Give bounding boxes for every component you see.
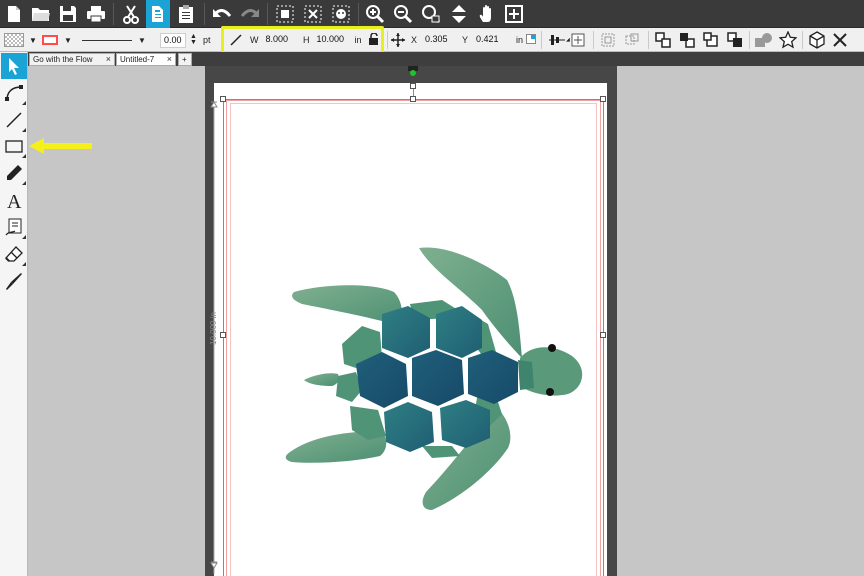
print-icon[interactable] xyxy=(84,2,108,26)
move-position-icon xyxy=(391,28,405,52)
resize-handle-top-right[interactable] xyxy=(600,96,606,102)
group-icon[interactable] xyxy=(601,28,615,52)
close-icon[interactable] xyxy=(833,28,847,52)
tool-panel: A xyxy=(0,52,28,576)
tab-label: Untitled-7 xyxy=(120,55,155,64)
edit-points-tool-icon[interactable] xyxy=(1,80,27,106)
x-input[interactable]: 0.305 xyxy=(422,32,459,48)
zoom-in-icon[interactable] xyxy=(363,2,387,26)
reference-point-icon[interactable] xyxy=(526,34,537,46)
select-tool-icon[interactable] xyxy=(1,53,27,79)
rotation-handle-icon[interactable] xyxy=(408,66,418,76)
pencil-tool-icon[interactable] xyxy=(1,160,27,186)
spin-arrows-icon[interactable]: ▲ ▼ xyxy=(190,33,197,46)
zoom-out-icon[interactable] xyxy=(391,2,415,26)
undo-icon[interactable] xyxy=(210,2,234,26)
select-by-color-icon[interactable] xyxy=(329,2,353,26)
y-label: Y xyxy=(462,35,469,45)
resize-handle-right[interactable] xyxy=(600,332,606,338)
pan-hand-icon[interactable] xyxy=(475,2,499,26)
send-backward-icon[interactable] xyxy=(679,28,695,52)
line-color-swatch[interactable]: ▼ xyxy=(42,28,72,52)
line-style-select[interactable]: ▼ xyxy=(82,28,146,52)
center-page-icon[interactable] xyxy=(571,28,585,52)
save-icon[interactable] xyxy=(56,2,80,26)
line-width-field[interactable]: 0.00 ▲ ▼ pt xyxy=(160,28,210,52)
svg-text:A: A xyxy=(7,191,22,210)
send-to-back-icon[interactable] xyxy=(727,28,743,52)
line-width-unit: pt xyxy=(202,35,211,45)
open-folder-icon[interactable] xyxy=(29,2,53,26)
new-tab-button[interactable]: + xyxy=(178,53,192,66)
height-dimension-label: 10.000 in xyxy=(209,312,218,345)
resize-handle-top[interactable] xyxy=(410,96,416,102)
line-color-box xyxy=(42,35,58,45)
3d-box-icon[interactable] xyxy=(808,28,826,52)
ungroup-icon[interactable] xyxy=(625,28,639,52)
main-toolbar xyxy=(0,0,864,28)
knife-tool-icon[interactable] xyxy=(1,268,27,294)
redo-icon[interactable] xyxy=(238,2,262,26)
select-all-icon[interactable] xyxy=(273,2,297,26)
sketch-tool-icon[interactable] xyxy=(1,214,27,240)
y-input[interactable]: 0.421 xyxy=(473,32,510,48)
plus-icon: + xyxy=(182,55,187,64)
deselect-icon[interactable] xyxy=(301,2,325,26)
cut-icon[interactable] xyxy=(119,2,143,26)
bring-to-front-icon[interactable] xyxy=(703,28,719,52)
size-fields-highlight xyxy=(221,26,384,54)
zoom-to-selection-icon[interactable] xyxy=(419,2,443,26)
weld-icon[interactable] xyxy=(754,28,774,52)
tab-go-with-the-flow[interactable]: Go with the Flow × xyxy=(29,53,115,66)
annotation-arrow-icon xyxy=(29,138,92,154)
tab-close-icon[interactable]: × xyxy=(106,54,111,65)
resize-handle-left[interactable] xyxy=(220,332,226,338)
property-bar: ▼ ▼ ▼ 0.00 ▲ ▼ pt W 8.000 H 10.000 in X 0… xyxy=(0,28,864,52)
fill-pattern-swatch[interactable]: ▼ xyxy=(4,28,37,52)
eraser-tool-icon[interactable] xyxy=(1,241,27,267)
rotate-handle-top[interactable] xyxy=(410,83,416,89)
rectangle-tool-icon[interactable] xyxy=(1,133,27,159)
tab-untitled-7[interactable]: Untitled-7 × xyxy=(116,53,176,66)
sea-turtle-image[interactable] xyxy=(282,240,590,515)
tab-close-icon[interactable]: × xyxy=(167,54,172,65)
copy-icon[interactable] xyxy=(146,0,170,28)
move-down-icon[interactable] xyxy=(447,2,471,26)
fit-to-window-icon[interactable] xyxy=(502,2,526,26)
line-tool-icon[interactable] xyxy=(1,107,27,133)
text-tool-icon[interactable]: A xyxy=(1,187,27,213)
line-width-input[interactable]: 0.00 xyxy=(160,32,186,48)
star-shape-icon[interactable] xyxy=(779,28,797,52)
bring-forward-icon[interactable] xyxy=(655,28,671,52)
paste-icon[interactable] xyxy=(174,2,198,26)
position-unit: in xyxy=(516,35,524,45)
new-document-icon[interactable] xyxy=(2,2,26,26)
resize-handle-top-left[interactable] xyxy=(220,96,226,102)
align-icon[interactable]: ◢ xyxy=(549,28,570,52)
x-label: X xyxy=(411,35,418,45)
tab-label: Go with the Flow xyxy=(33,55,93,64)
document-tabs: Go with the Flow × Untitled-7 × + xyxy=(28,52,864,66)
